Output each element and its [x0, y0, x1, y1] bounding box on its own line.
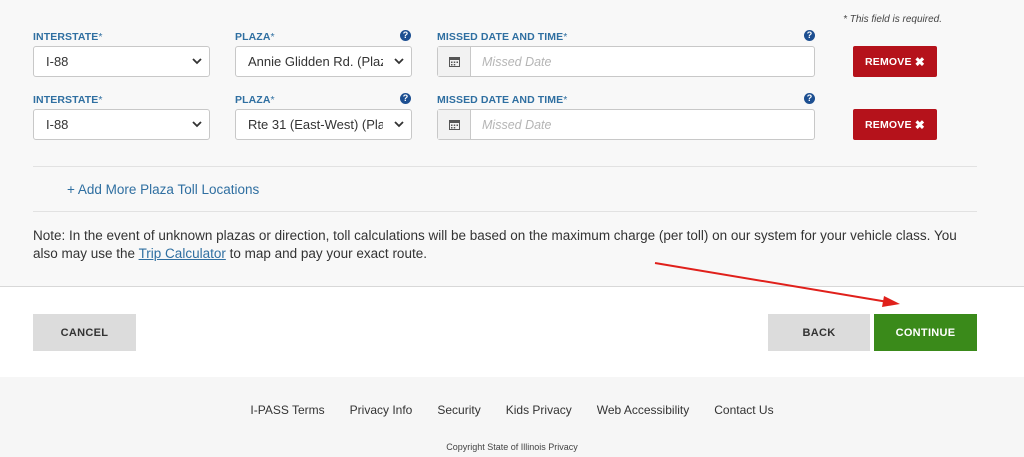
- cancel-button[interactable]: CANCEL: [33, 314, 136, 351]
- footer: I-PASS Terms Privacy Info Security Kids …: [0, 377, 1024, 457]
- missed-date-label: MISSED DATE AND TIME*: [437, 94, 568, 106]
- plaza-row: INTERSTATE* PLAZA* ? MISSED DATE AND TIM…: [0, 93, 1024, 154]
- close-icon: ✖: [914, 117, 925, 132]
- action-bar: CANCEL BACK CONTINUE: [0, 286, 1024, 377]
- footer-link-kids-privacy[interactable]: Kids Privacy: [506, 403, 572, 417]
- plaza-select[interactable]: Annie Glidden Rd. (Plaza: [235, 46, 412, 77]
- divider: [33, 166, 977, 167]
- interstate-select[interactable]: I-88: [33, 46, 210, 77]
- footer-link-security[interactable]: Security: [437, 403, 480, 417]
- plaza-select[interactable]: Rte 31 (East-West) (Plaza: [235, 109, 412, 140]
- calendar-icon[interactable]: [438, 110, 471, 139]
- footer-links: I-PASS Terms Privacy Info Security Kids …: [0, 403, 1024, 417]
- remove-button[interactable]: REMOVE ✖: [853, 46, 937, 77]
- footer-link-web-accessibility[interactable]: Web Accessibility: [597, 403, 689, 417]
- missed-date-input[interactable]: [471, 47, 814, 76]
- help-icon[interactable]: ?: [804, 93, 815, 104]
- back-button[interactable]: BACK: [768, 314, 870, 351]
- toll-note: Note: In the event of unknown plazas or …: [33, 228, 957, 261]
- chevron-down-icon: [191, 110, 203, 139]
- continue-button[interactable]: CONTINUE: [874, 314, 977, 351]
- help-icon[interactable]: ?: [400, 30, 411, 41]
- missed-date-field: [437, 109, 815, 140]
- plaza-row: INTERSTATE* PLAZA* ? MISSED DATE AND TIM…: [0, 30, 1024, 91]
- trip-calculator-link[interactable]: Trip Calculator: [139, 246, 226, 261]
- help-icon[interactable]: ?: [804, 30, 815, 41]
- close-icon: ✖: [914, 54, 925, 69]
- missed-date-field: [437, 46, 815, 77]
- missed-date-label: MISSED DATE AND TIME*: [437, 31, 568, 43]
- divider: [33, 211, 977, 212]
- chevron-down-icon: [393, 110, 405, 139]
- interstate-select[interactable]: I-88: [33, 109, 210, 140]
- footer-link-privacy-info[interactable]: Privacy Info: [350, 403, 413, 417]
- required-field-note: * This field is required.: [843, 14, 942, 25]
- interstate-label: INTERSTATE*: [33, 31, 103, 43]
- plaza-label: PLAZA*: [235, 31, 275, 43]
- remove-button[interactable]: REMOVE ✖: [853, 109, 937, 140]
- plaza-label: PLAZA*: [235, 94, 275, 106]
- plaza-form: * This field is required. INTERSTATE* PL…: [0, 0, 1024, 286]
- footer-link-ipass-terms[interactable]: I-PASS Terms: [250, 403, 324, 417]
- copyright-text: Copyright State of Illinois Privacy: [446, 442, 578, 452]
- missed-date-input[interactable]: [471, 110, 814, 139]
- help-icon[interactable]: ?: [400, 93, 411, 104]
- chevron-down-icon: [191, 47, 203, 76]
- calendar-icon[interactable]: [438, 47, 471, 76]
- add-more-locations-link[interactable]: + Add More Plaza Toll Locations: [67, 182, 259, 197]
- footer-link-contact-us[interactable]: Contact Us: [714, 403, 773, 417]
- interstate-label: INTERSTATE*: [33, 94, 103, 106]
- chevron-down-icon: [393, 47, 405, 76]
